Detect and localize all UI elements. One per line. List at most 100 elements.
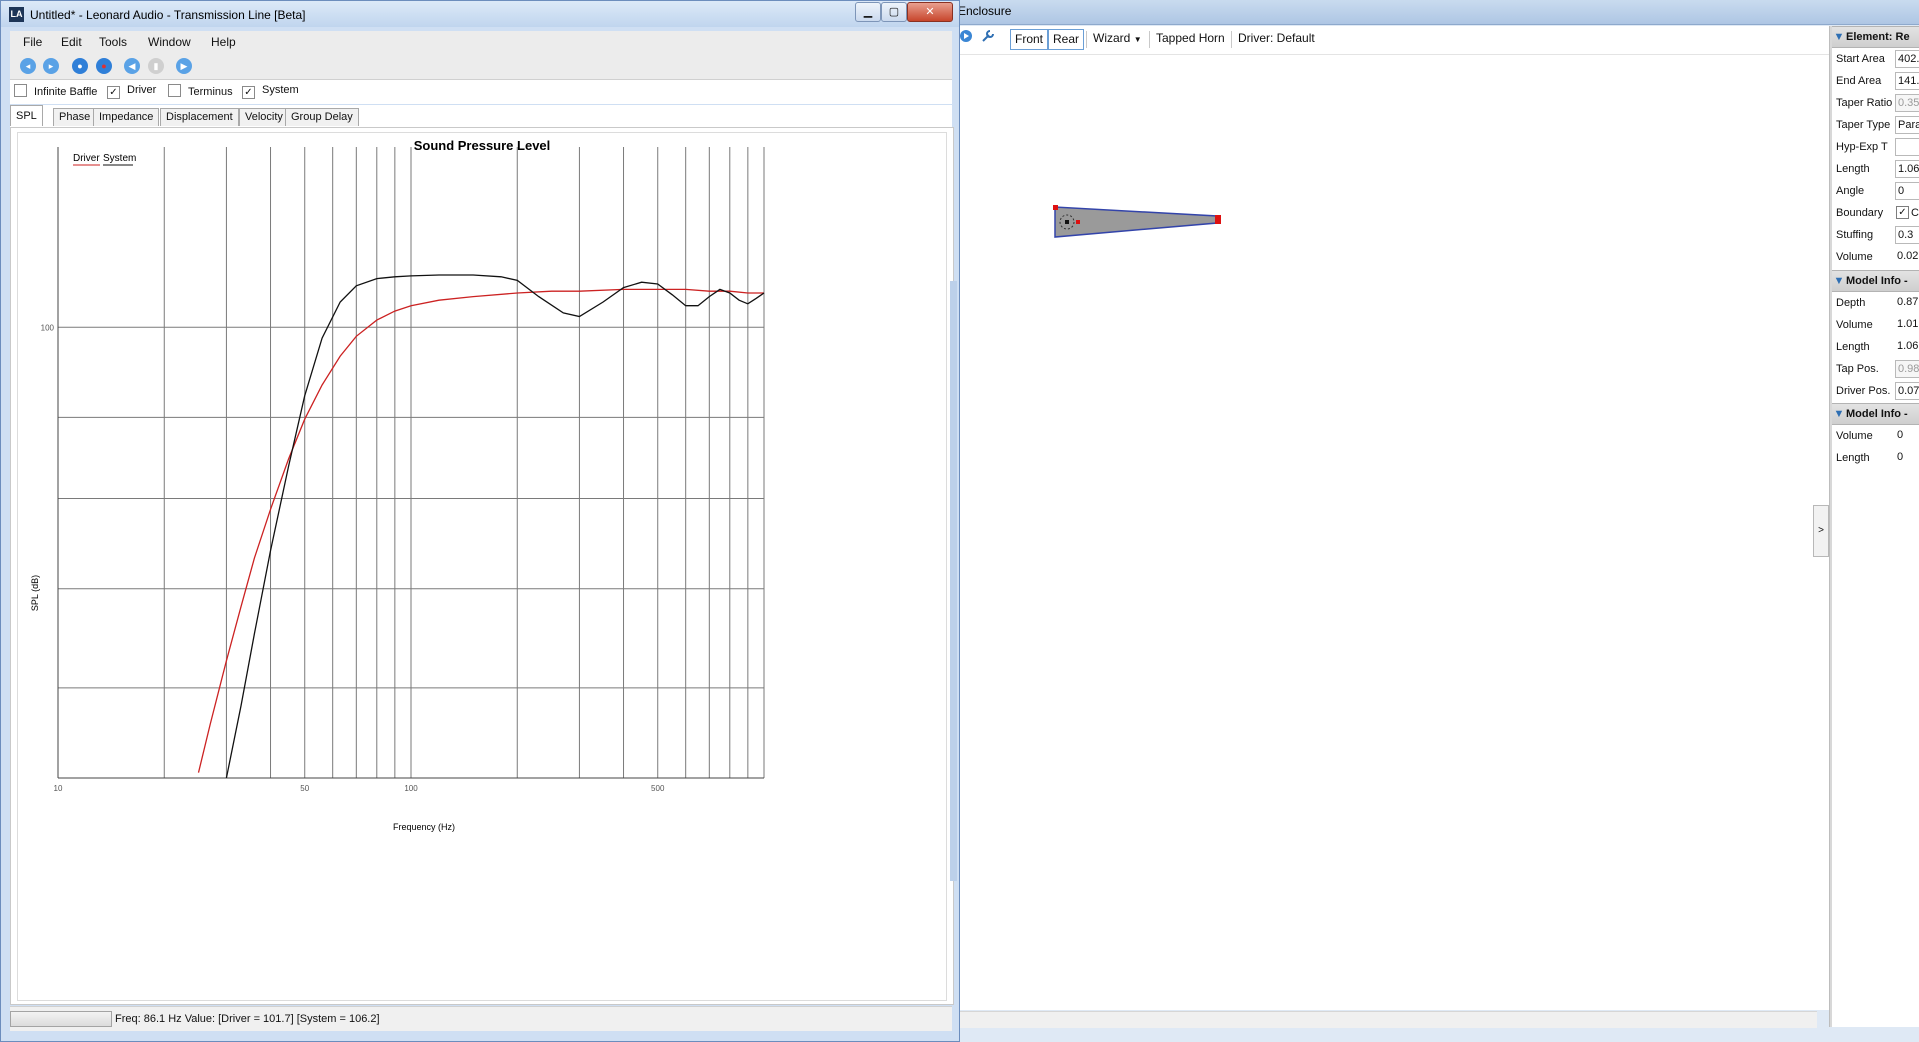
horizontal-scrollbar[interactable] xyxy=(955,1011,1817,1028)
property-row: Hyp-Exp T xyxy=(1832,136,1919,158)
chart-area[interactable]: Sound Pressure Level Driver System 10 50 1… xyxy=(17,132,947,1001)
x-axis-label: Frequency (Hz) xyxy=(393,822,455,832)
property-row: Taper Type Para xyxy=(1832,114,1919,136)
property-row: Taper Ratio 0.35 xyxy=(1832,92,1919,114)
menu-file[interactable]: File xyxy=(23,35,42,49)
driver-handle[interactable] xyxy=(1076,220,1080,224)
property-label: Length xyxy=(1836,341,1870,353)
wrench-icon[interactable] xyxy=(977,29,999,48)
property-label: Tap Pos. xyxy=(1836,363,1879,375)
menu-help[interactable]: Help xyxy=(211,35,236,49)
new-icon[interactable]: ◂ xyxy=(20,58,36,74)
property-value-field[interactable]: 0.3 xyxy=(1895,226,1919,244)
minimize-button[interactable]: ▁ xyxy=(855,2,881,22)
model-info-section-header[interactable]: ▼ Model Info - xyxy=(1832,403,1919,425)
x-tick-label: 100 xyxy=(404,784,418,793)
collapse-triangle-icon: ▼ xyxy=(1833,408,1845,420)
property-value-field[interactable]: 0 xyxy=(1895,182,1919,200)
wizard-label: Wizard xyxy=(1093,31,1131,45)
property-row: Length 0 xyxy=(1832,447,1919,469)
model-info-section-header[interactable]: ▼ Model Info - xyxy=(1832,270,1919,292)
toolbar-divider xyxy=(1149,31,1150,48)
driver-checkbox[interactable]: ✓ Driver xyxy=(107,84,156,99)
driver-selector[interactable]: Driver: Default xyxy=(1234,29,1319,48)
main-window: LA Untitled* - Leonard Audio - Transmiss… xyxy=(0,0,960,1042)
series-line-system xyxy=(225,274,765,779)
property-value-field[interactable]: 0.98 xyxy=(1895,360,1919,378)
element-section-header[interactable]: ▼ Element: Re xyxy=(1832,26,1919,48)
main-titlebar: LA Untitled* - Leonard Audio - Transmiss… xyxy=(1,1,959,27)
app-logo-icon: LA xyxy=(9,7,24,22)
property-label: Stuffing xyxy=(1836,229,1874,241)
property-value-field[interactable]: 402. xyxy=(1895,50,1919,68)
stop-icon[interactable]: ● xyxy=(96,58,112,74)
property-label: Volume xyxy=(1836,430,1873,442)
element-header-label: Element: Re xyxy=(1846,31,1910,43)
window-title: Untitled* - Leonard Audio - Transmission… xyxy=(30,8,306,22)
tapped-horn-button[interactable]: Tapped Horn xyxy=(1152,29,1229,48)
panel-collapse-handle[interactable]: > xyxy=(1813,505,1829,557)
chevron-down-icon: ▼ xyxy=(1133,35,1142,44)
display-options-bar: Infinite Baffle ✓ Driver Terminus ✓ System xyxy=(10,80,952,104)
property-value-field: 0 xyxy=(1895,449,1919,465)
pause-icon[interactable]: ▮ xyxy=(148,58,164,74)
segment-handle[interactable] xyxy=(1215,215,1221,224)
wizard-dropdown[interactable]: Wizard ▼ xyxy=(1089,29,1146,48)
enclosure-titlebar xyxy=(955,0,1919,25)
property-row: Volume 0 xyxy=(1832,425,1919,447)
property-row: Angle 0 xyxy=(1832,180,1919,202)
menu-edit[interactable]: Edit xyxy=(61,35,82,49)
property-label: Taper Type xyxy=(1836,119,1891,131)
tab-phase[interactable]: Phase xyxy=(53,108,97,126)
property-value-field[interactable]: 0.35 xyxy=(1895,94,1919,112)
enclosure-canvas[interactable] xyxy=(955,55,1830,1010)
tab-displacement[interactable]: Displacement xyxy=(160,108,239,126)
menu-tools[interactable]: Tools xyxy=(99,35,127,49)
option-label: Infinite Baffle xyxy=(34,86,98,98)
model-info-header-label: Model Info - xyxy=(1846,408,1908,420)
terminus-checkbox[interactable]: Terminus xyxy=(168,84,233,98)
segment-handle[interactable] xyxy=(1053,205,1058,210)
toolbar-divider xyxy=(1086,31,1087,48)
chart-legend: Driver System xyxy=(73,153,136,166)
record-icon[interactable]: ● xyxy=(72,58,88,74)
tab-spl[interactable]: SPL xyxy=(10,105,43,126)
property-value-field[interactable]: 0.07 xyxy=(1895,382,1919,400)
spl-chart[interactable]: Sound Pressure Level Driver System 10 50 1… xyxy=(18,133,946,1000)
boundary-checkbox[interactable]: ✓ xyxy=(1896,206,1909,219)
play-icon[interactable]: ▶ xyxy=(176,58,192,74)
plot-tabs: SPL Phase Impedance Displacement Velocit… xyxy=(10,105,952,127)
system-checkbox[interactable]: ✓ System xyxy=(242,84,299,99)
infinite-baffle-checkbox[interactable]: Infinite Baffle xyxy=(14,84,97,98)
checkmark-icon: ✓ xyxy=(107,86,120,99)
x-tick-label: 10 xyxy=(54,784,63,793)
close-button[interactable]: ✕ xyxy=(907,2,953,22)
property-value-field[interactable]: 1.06 xyxy=(1895,160,1919,178)
property-row: Length 1.06 xyxy=(1832,158,1919,180)
y-axis-label: SPL (dB) xyxy=(30,575,40,611)
property-row: Depth 0.87 xyxy=(1832,292,1919,314)
property-row: Volume 0.02 xyxy=(1832,246,1919,268)
property-row: Driver Pos. 0.07 xyxy=(1832,380,1919,402)
front-button[interactable]: Front xyxy=(1010,29,1049,50)
property-value-field[interactable]: Para xyxy=(1895,116,1919,134)
rear-button[interactable]: Rear xyxy=(1048,29,1085,50)
property-value-field: 0 xyxy=(1895,427,1919,443)
open-icon[interactable]: ▸ xyxy=(43,58,59,74)
property-value-field[interactable] xyxy=(1895,138,1919,156)
enclosure-diagram xyxy=(1053,205,1221,238)
property-label: End Area xyxy=(1836,75,1882,87)
property-row: Length 1.06 xyxy=(1832,336,1919,358)
tab-group-delay[interactable]: Group Delay xyxy=(285,108,359,126)
rewind-icon[interactable]: ◀ xyxy=(124,58,140,74)
tab-impedance[interactable]: Impedance xyxy=(93,108,160,126)
status-bar: Freq: 86.1 Hz Value: [Driver = 101.7] [S… xyxy=(10,1006,952,1031)
tab-velocity[interactable]: Velocity xyxy=(239,108,289,126)
option-label: System xyxy=(262,84,299,96)
menu-window[interactable]: Window xyxy=(148,35,191,49)
property-label: Start Area xyxy=(1836,53,1885,65)
y-tick-label: 100 xyxy=(41,323,55,332)
maximize-button[interactable]: ▢ xyxy=(881,2,907,22)
property-label: Volume xyxy=(1836,319,1873,331)
property-value-field[interactable]: 141. xyxy=(1895,72,1919,90)
